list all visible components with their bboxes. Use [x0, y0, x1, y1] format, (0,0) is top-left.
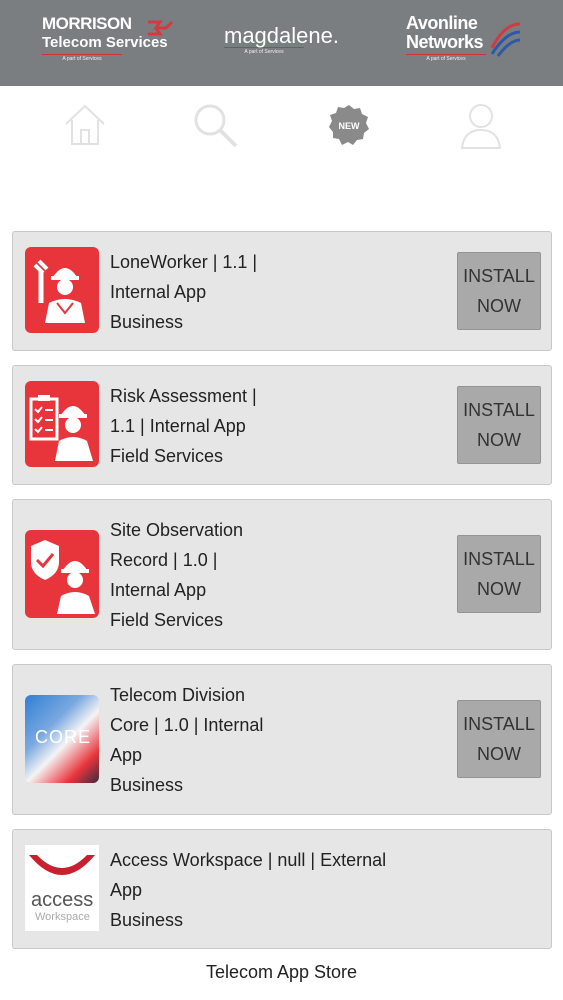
brand-line1: Avonline — [406, 13, 478, 33]
workspace-icon-label: Workspace — [35, 911, 90, 923]
app-info: Access Workspace | null | External App B… — [110, 845, 386, 935]
app-title-line: App — [110, 880, 143, 900]
brand-line2: Networks — [406, 32, 484, 52]
magdalene-logo: magdalene. A part of Services — [224, 23, 339, 55]
app-title-line: Risk Assessment | — [110, 386, 257, 406]
app-card-telecom-core[interactable]: CORE Telecom Division Core | 1.0 | Inter… — [12, 664, 552, 815]
app-info: Site Observation Record | 1.0 | Internal… — [110, 515, 243, 635]
app-category: Field Services — [110, 446, 224, 466]
app-info: Risk Assessment | 1.1 | Internal App Fie… — [110, 381, 257, 471]
install-now-button[interactable]: INSTALL NOW — [457, 700, 541, 778]
app-info: Telecom Division Core | 1.0 | Internal A… — [110, 680, 263, 800]
new-badge-label: NEW — [339, 121, 361, 131]
access-swoosh-icon — [29, 855, 95, 875]
search-icon — [194, 104, 238, 148]
app-category: Business — [110, 312, 184, 332]
brand-sub: A part of Services — [406, 54, 486, 62]
app-card-site-observation[interactable]: Site Observation Record | 1.0 | Internal… — [12, 499, 552, 650]
core-icon-label: CORE — [35, 727, 92, 747]
site-observation-icon — [25, 530, 99, 618]
app-title-line: Access Workspace | null | External — [110, 850, 387, 870]
install-now-button[interactable]: INSTALL NOW — [457, 252, 541, 330]
install-label-line1: INSTALL — [463, 714, 535, 734]
tab-home[interactable] — [60, 100, 110, 150]
access-icon-label: access — [31, 889, 94, 911]
install-label-line2: NOW — [477, 430, 521, 450]
avonline-mark-icon — [490, 22, 521, 57]
footer-label: Telecom App Store — [205, 962, 358, 982]
install-label-line1: INSTALL — [463, 266, 535, 286]
install-now-button[interactable]: INSTALL NOW — [457, 535, 541, 613]
user-icon — [460, 104, 502, 149]
tab-search[interactable] — [190, 100, 240, 150]
tab-profile[interactable] — [456, 100, 506, 150]
app-title-line: Record | 1.0 | — [110, 550, 218, 570]
app-title-line: Site Observation — [110, 520, 244, 540]
brand-line1: magdalene. — [224, 23, 339, 48]
access-workspace-icon: access Workspace — [25, 845, 99, 931]
app-title-line: LoneWorker | 1.1 | — [110, 252, 258, 272]
app-title-line: Core | 1.0 | Internal — [110, 715, 264, 735]
app-card-risk-assessment[interactable]: Risk Assessment | 1.1 | Internal App Fie… — [12, 365, 552, 485]
app-title-line: 1.1 | Internal App — [110, 416, 246, 436]
tab-new[interactable]: NEW — [324, 100, 374, 150]
install-label-line2: NOW — [477, 296, 521, 316]
app-header: MORRISON Telecom Services A part of Serv… — [0, 0, 563, 86]
install-label-line1: INSTALL — [463, 400, 535, 420]
app-title-line: App — [110, 745, 143, 765]
install-label-line1: INSTALL — [463, 549, 535, 569]
app-card-access-workspace[interactable]: access Workspace Access Workspace | null… — [12, 829, 552, 949]
app-category: Business — [110, 910, 184, 930]
app-title-line: Internal App — [110, 580, 207, 600]
core-app-icon: CORE — [25, 695, 99, 783]
app-card-loneworker[interactable]: LoneWorker | 1.1 | Internal App Business… — [12, 231, 552, 351]
tab-bar: NEW — [0, 100, 563, 156]
risk-assessment-icon — [25, 381, 99, 467]
home-icon — [65, 104, 105, 145]
avonline-logo: Avonline Networks A part of Services — [406, 14, 486, 62]
brand-sub: A part of Services — [224, 47, 304, 55]
install-now-button[interactable]: INSTALL NOW — [457, 386, 541, 464]
app-category: Business — [110, 775, 184, 795]
brand-sub: A part of Services — [42, 54, 122, 62]
app-title-line: Telecom Division — [110, 685, 246, 705]
app-category: Field Services — [110, 610, 224, 630]
loneworker-icon — [25, 247, 99, 333]
install-label-line2: NOW — [477, 744, 521, 764]
app-title-line: Internal App — [110, 282, 207, 302]
app-info: LoneWorker | 1.1 | Internal App Business — [110, 247, 257, 337]
morrison-mark-icon — [148, 20, 174, 36]
install-label-line2: NOW — [477, 579, 521, 599]
new-badge-icon: NEW — [329, 105, 369, 145]
